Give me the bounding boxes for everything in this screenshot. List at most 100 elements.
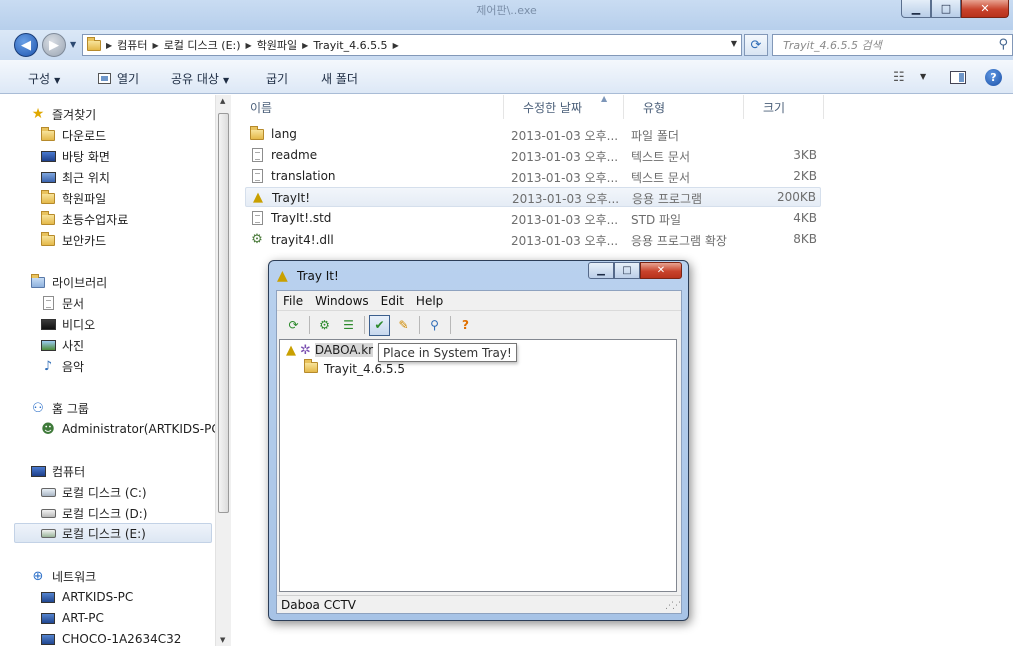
- nav-pane-scrollbar[interactable]: ▲ ▼: [215, 95, 231, 646]
- file-row[interactable]: lang 2013-01-03 오후... 파일 폴더: [245, 125, 821, 145]
- close-button[interactable]: ✕: [961, 0, 1009, 18]
- refresh-list-icon[interactable]: ⟳: [283, 315, 304, 336]
- file-date: 2013-01-03 오후...: [511, 129, 619, 143]
- open-label: 열기: [117, 72, 140, 86]
- forward-button[interactable]: ▶: [42, 33, 66, 57]
- nav-homegroup[interactable]: ⚇ 홈 그룹: [30, 398, 89, 418]
- nav-item-art-pc[interactable]: ART-PC: [40, 608, 104, 628]
- menu-windows[interactable]: Windows: [309, 294, 375, 308]
- file-row[interactable]: TrayIt!.std 2013-01-03 오후... STD 파일 4KB: [245, 209, 821, 229]
- nav-libraries[interactable]: 라이브러리: [30, 272, 107, 292]
- help-icon[interactable]: ?: [985, 69, 1002, 86]
- file-row-selected[interactable]: ▲ TrayIt! 2013-01-03 오후... 응용 프로그램 200KB: [245, 187, 821, 207]
- nav-item-drive-c[interactable]: 로컬 디스크 (C:): [40, 482, 147, 502]
- trayit-close-button[interactable]: ✕: [640, 262, 682, 279]
- nav-item-artkids-pc[interactable]: ARTKIDS-PC: [40, 587, 133, 607]
- file-size: 4KB: [793, 211, 817, 225]
- list-view-icon[interactable]: ☰: [338, 315, 359, 336]
- back-button[interactable]: ◀: [14, 33, 38, 57]
- column-header-type[interactable]: 유형: [624, 95, 744, 119]
- menu-file[interactable]: File: [277, 294, 309, 308]
- breadcrumb-drive-e[interactable]: 로컬 디스크 (E:): [164, 37, 241, 53]
- breadcrumb-trayit-folder[interactable]: Trayit_4.6.5.5: [313, 39, 387, 52]
- document-icon: [40, 295, 56, 311]
- scroll-up-icon[interactable]: ▲: [220, 97, 225, 105]
- trayit-status-bar: Daboa CCTV ⋰⋰: [277, 595, 681, 613]
- maximize-button[interactable]: □: [931, 0, 961, 18]
- scrollbar-thumb[interactable]: [218, 113, 229, 513]
- file-row[interactable]: ⚙ trayit4!.dll 2013-01-03 오후... 응용 프로그램 확…: [245, 230, 821, 250]
- settings-icon[interactable]: ⚙: [314, 315, 335, 336]
- nav-item-drive-e[interactable]: 로컬 디스크 (E:): [14, 523, 212, 543]
- breadcrumb-separator-icon[interactable]: ▶: [246, 41, 252, 50]
- burn-button[interactable]: 굽기: [266, 70, 288, 87]
- share-button[interactable]: 공유 대상 ▼: [171, 70, 229, 87]
- menu-edit[interactable]: Edit: [375, 294, 410, 308]
- nav-item-choco-pc[interactable]: CHOCO-1A2634C32: [40, 629, 181, 649]
- nav-item-pictures[interactable]: 사진: [40, 335, 84, 355]
- search-icon[interactable]: ⚲: [998, 37, 1008, 52]
- nav-computer[interactable]: 컴퓨터: [30, 461, 85, 481]
- resize-grip-icon[interactable]: ⋰⋰: [665, 601, 681, 611]
- nav-item-security-card[interactable]: 보안카드: [40, 230, 106, 250]
- maximize-icon: □: [622, 265, 632, 276]
- file-name: trayit4!.dll: [271, 232, 334, 247]
- drive-icon: [40, 525, 56, 541]
- share-label: 공유 대상: [171, 72, 219, 86]
- organize-button[interactable]: 구성 ▼: [28, 70, 60, 87]
- search-box[interactable]: ⚲: [772, 34, 1013, 56]
- nav-item-label: 다운로드: [62, 128, 107, 143]
- breadcrumb-separator-icon[interactable]: ▶: [153, 41, 159, 50]
- file-type: 응용 프로그램: [632, 192, 703, 206]
- breadcrumb-academy-files[interactable]: 학원파일: [257, 37, 297, 53]
- menu-help[interactable]: Help: [410, 294, 449, 308]
- breadcrumb-separator-icon[interactable]: ▶: [106, 41, 112, 50]
- nav-favorites[interactable]: ★ 즐겨찾기: [30, 104, 96, 124]
- column-header-date[interactable]: 수정한 날짜: [504, 95, 624, 119]
- address-history-dropdown-icon[interactable]: ▼: [731, 39, 737, 48]
- nav-item-label: 보안카드: [62, 233, 107, 248]
- open-button[interactable]: 열기: [98, 70, 139, 87]
- window-list-item[interactable]: Trayit_4.6.5.5: [304, 359, 405, 378]
- nav-item-music[interactable]: ♪ 음악: [40, 356, 84, 376]
- breadcrumb-computer[interactable]: 컴퓨터: [117, 37, 147, 53]
- help-icon[interactable]: ?: [455, 315, 476, 336]
- window-title: 제어판\..exe: [476, 4, 537, 17]
- nav-item-elementary-materials[interactable]: 초등수업자료: [40, 209, 128, 229]
- nav-item-drive-d[interactable]: 로컬 디스크 (D:): [40, 503, 147, 523]
- edit-icon[interactable]: ✎: [393, 315, 414, 336]
- new-folder-button[interactable]: 새 폴더: [321, 70, 358, 87]
- nav-item-label: ARTKIDS-PC: [62, 590, 134, 604]
- recent-pages-dropdown[interactable]: ▼: [70, 40, 76, 49]
- file-row[interactable]: readme 2013-01-03 오후... 텍스트 문서 3KB: [245, 146, 821, 166]
- nav-item-homegroup-user[interactable]: ☻ Administrator(ARTKIDS-PC): [40, 419, 224, 439]
- search-input[interactable]: [773, 35, 983, 55]
- preview-pane-icon[interactable]: [950, 71, 966, 84]
- navigation-pane: ★ 즐겨찾기 다운로드 바탕 화면 최근 위치 학원파일 초등수업자료 보안카드 …: [0, 95, 230, 646]
- nav-item-videos[interactable]: 비디오: [40, 314, 95, 334]
- address-box[interactable]: ▶ 컴퓨터 ▶ 로컬 디스크 (E:) ▶ 학원파일 ▶ Trayit_4.6.…: [82, 34, 742, 56]
- nav-item-documents[interactable]: 문서: [40, 293, 84, 313]
- nav-network[interactable]: ⊕ 네트워크: [30, 566, 97, 586]
- nav-item-recent-places[interactable]: 최근 위치: [40, 167, 110, 187]
- breadcrumb-separator-icon[interactable]: ▶: [393, 41, 399, 50]
- nav-item-academy-files[interactable]: 학원파일: [40, 188, 106, 208]
- place-in-tray-icon[interactable]: ✔: [369, 314, 390, 336]
- scroll-down-icon[interactable]: ▼: [220, 636, 225, 644]
- back-arrow-icon: ◀: [21, 37, 31, 53]
- column-header-size[interactable]: 크기: [744, 95, 824, 119]
- trayit-maximize-button[interactable]: □: [614, 262, 640, 279]
- view-options-icon[interactable]: ☷: [893, 70, 905, 85]
- view-dropdown-icon[interactable]: ▼: [920, 72, 926, 81]
- nav-item-desktop[interactable]: 바탕 화면: [40, 146, 110, 166]
- file-row[interactable]: translation 2013-01-03 오후... 텍스트 문서 2KB: [245, 167, 821, 187]
- refresh-button[interactable]: ⟳: [744, 34, 768, 56]
- folder-icon: [40, 126, 56, 143]
- text-document-icon: [249, 148, 265, 162]
- nav-item-downloads[interactable]: 다운로드: [40, 125, 106, 145]
- trayit-minimize-button[interactable]: ▁: [588, 262, 614, 279]
- column-header-name[interactable]: 이름: [231, 95, 504, 119]
- find-icon[interactable]: ⚲: [424, 315, 445, 336]
- breadcrumb-separator-icon[interactable]: ▶: [302, 41, 308, 50]
- minimize-button[interactable]: ▁: [901, 0, 931, 18]
